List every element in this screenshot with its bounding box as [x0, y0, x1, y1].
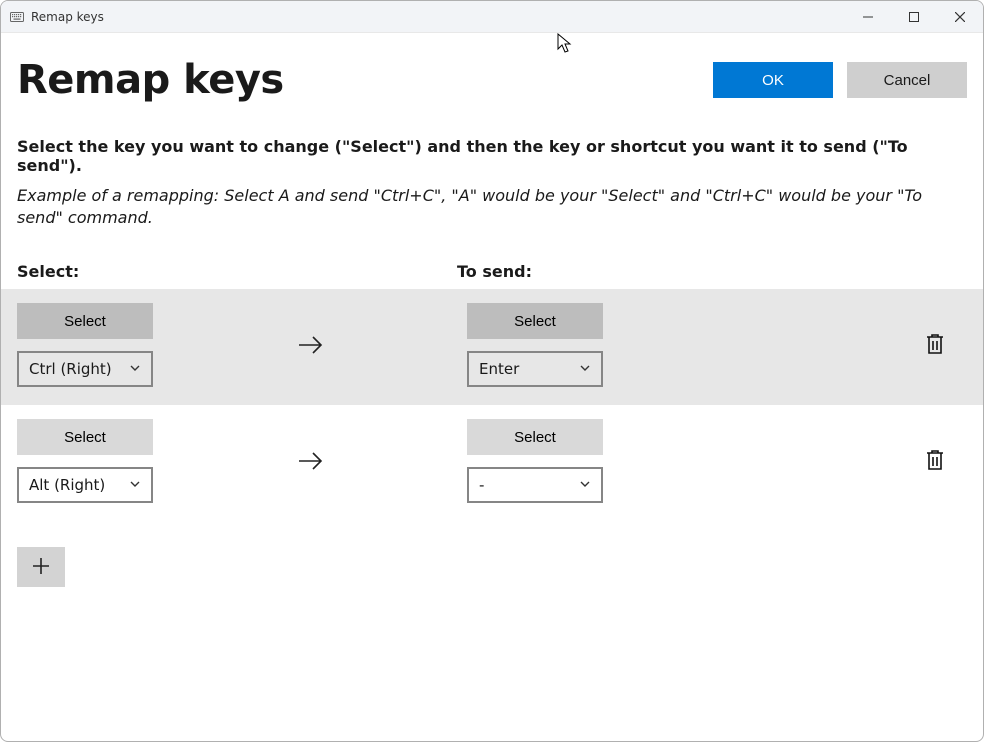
mapping-row: Select Ctrl (Right) Select Enter — [1, 289, 983, 405]
ok-button[interactable]: OK — [713, 62, 833, 98]
delete-mapping-button[interactable] — [917, 327, 953, 363]
close-button[interactable] — [937, 1, 983, 33]
select-to-key-button[interactable]: Select — [467, 419, 603, 455]
add-mapping-button[interactable] — [17, 547, 65, 587]
titlebar: Remap keys — [1, 1, 983, 33]
chevron-down-icon — [129, 476, 141, 494]
select-from-key-button[interactable]: Select — [17, 419, 153, 455]
chevron-down-icon — [129, 360, 141, 378]
to-key-value: - — [479, 476, 573, 494]
column-header-to-send: To send: — [457, 262, 967, 281]
page-title: Remap keys — [17, 57, 713, 103]
column-header-select: Select: — [17, 262, 457, 281]
arrow-right-icon — [277, 449, 457, 473]
chevron-down-icon — [579, 476, 591, 494]
to-key-dropdown[interactable]: - — [467, 467, 603, 503]
maximize-button[interactable] — [891, 1, 937, 33]
select-from-key-button[interactable]: Select — [17, 303, 153, 339]
arrow-right-icon — [277, 333, 457, 357]
from-key-value: Ctrl (Right) — [29, 360, 123, 378]
content-area: Remap keys OK Cancel Select the key you … — [1, 33, 983, 741]
from-key-dropdown[interactable]: Ctrl (Right) — [17, 351, 153, 387]
example-text: Example of a remapping: Select A and sen… — [1, 175, 941, 228]
trash-icon — [924, 448, 946, 475]
plus-icon — [31, 556, 51, 579]
from-key-value: Alt (Right) — [29, 476, 123, 494]
instructions-text: Select the key you want to change ("Sele… — [1, 113, 983, 175]
minimize-button[interactable] — [845, 1, 891, 33]
select-to-key-button[interactable]: Select — [467, 303, 603, 339]
to-key-value: Enter — [479, 360, 573, 378]
to-key-dropdown[interactable]: Enter — [467, 351, 603, 387]
remap-keys-window: Remap keys Remap keys OK Cancel Select t… — [0, 0, 984, 742]
cancel-button[interactable]: Cancel — [847, 62, 967, 98]
from-key-dropdown[interactable]: Alt (Right) — [17, 467, 153, 503]
trash-icon — [924, 332, 946, 359]
delete-mapping-button[interactable] — [917, 443, 953, 479]
mapping-row: Select Alt (Right) Select - — [1, 405, 983, 521]
window-title: Remap keys — [31, 10, 104, 24]
keyboard-icon — [9, 9, 25, 25]
chevron-down-icon — [579, 360, 591, 378]
